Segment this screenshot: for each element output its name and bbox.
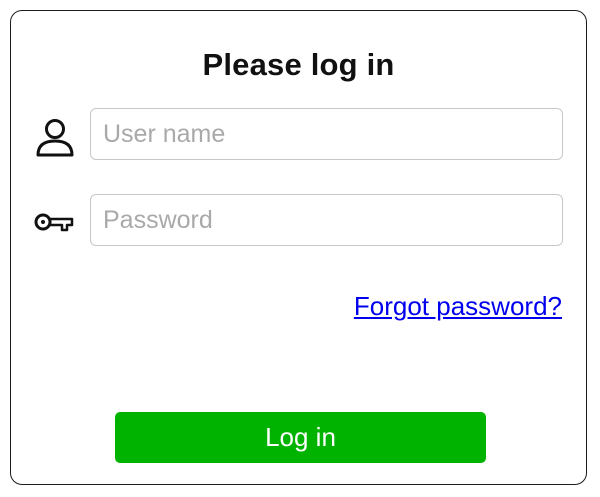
username-input[interactable] <box>90 108 563 160</box>
login-title: Please log in <box>202 47 395 82</box>
login-card: Please log in Forgot password? Log in <box>10 10 587 485</box>
login-button[interactable]: Log in <box>115 412 486 463</box>
key-icon <box>34 213 74 232</box>
password-input[interactable] <box>90 194 563 246</box>
forgot-password-link[interactable]: Forgot password? <box>354 291 562 322</box>
user-icon <box>36 119 74 157</box>
